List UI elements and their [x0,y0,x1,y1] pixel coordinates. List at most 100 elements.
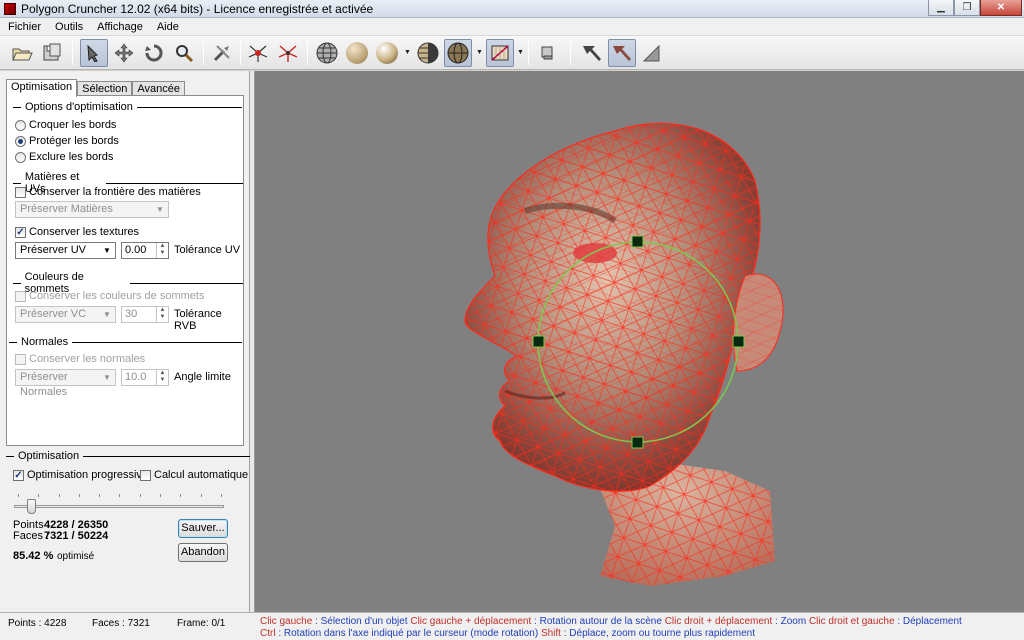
shaded-sphere-icon[interactable] [444,39,472,67]
gizmo-handle-bottom[interactable] [631,436,644,449]
rotate-icon[interactable] [140,39,168,67]
help1-desc-1: : Rotation autour de la scène [531,616,665,627]
material-icon[interactable] [533,39,561,67]
half-sphere-icon[interactable] [414,39,442,67]
optimisation-section-title: Optimisation [6,450,254,462]
minimize-button[interactable]: ▁ [928,0,954,16]
menu-bar: Fichier Outils Affichage Aide [0,18,1024,36]
status-help-line-2: Ctrl : Rotation dans l'axe indiqué par l… [260,628,755,639]
radio-exclure[interactable]: Exclure les bords [15,150,113,164]
normals-select[interactable]: Préserver Normales ▼ [15,369,116,398]
angle-limit-label: Angle limite [174,371,231,383]
faces-value: 7321 / 50224 [44,530,109,542]
materials-select[interactable]: Préserver Matières ▼ [15,201,169,218]
zoom-icon[interactable] [170,39,198,67]
help1-key-2: Clic droit + déplacement [664,616,773,627]
close-button[interactable]: ✕ [980,0,1022,16]
move-icon[interactable] [110,39,138,67]
check-optimisation-progressive[interactable]: ✓ Optimisation progressive [13,468,148,482]
checkbox-icon [15,290,26,302]
chevron-down-icon: ▼ [103,246,111,255]
spinner-icon[interactable]: ▲ ▼ [156,307,168,322]
percent-label: optimisé [57,551,95,562]
smooth-sphere-icon[interactable] [373,39,401,67]
check-frontiere-matieres[interactable]: Conserver la frontière des matières [15,185,201,199]
uv-tolerance-input[interactable]: 0.00 ▲ ▼ [121,242,169,259]
app-icon [4,2,16,15]
select-icon[interactable] [80,39,108,67]
optimisation-slider-track[interactable] [14,505,224,508]
abort-button[interactable]: Abandon [178,543,228,562]
help1-desc-0: : Sélection d'un objet [312,616,411,627]
tools-icon[interactable] [208,39,236,67]
checkbox-icon [15,353,26,365]
wireframe-sphere-icon[interactable] [313,39,341,67]
status-bar: Points : 4228 Faces : 7321 Frame: 0/1 Cl… [0,612,1024,640]
tab-optimisation[interactable]: Optimisation [6,79,78,97]
help1-desc-3: : Déplacement [894,616,962,627]
save-button[interactable]: Sauver... [178,519,228,538]
vc-select[interactable]: Préserver VC ▼ [15,306,116,323]
optimisation-slider-thumb[interactable] [26,499,36,514]
gizmo-handle-top[interactable] [631,235,644,248]
radio-croquer[interactable]: Croquer les bords [15,118,116,132]
menu-aide[interactable]: Aide [157,21,179,33]
uv-tolerance-label: Tolérance UV [174,244,241,256]
save-icon[interactable] [38,39,66,67]
chevron-down-icon: ▼ [103,310,111,319]
gizmo-handle-left[interactable] [532,335,545,348]
status-points: Points : 4228 [8,618,67,629]
3d-viewport[interactable] [255,71,1024,612]
chevron-down-icon[interactable]: ▼ [476,49,483,56]
slider-ticks [18,494,222,497]
help1-key-1: Clic gauche + déplacement [410,616,532,627]
toolbar: ▼ ▼ ▼ [0,36,1024,70]
maximize-button[interactable]: ❐ [954,0,980,16]
edge-view-icon[interactable] [274,39,302,67]
flat-sphere-icon[interactable] [343,39,371,67]
chevron-down-icon: ▼ [103,373,111,382]
status-faces: Faces : 7321 [92,618,150,629]
checkbox-checked-icon: ✓ [15,226,26,238]
angle-limit-input[interactable]: 10.0 ▲ ▼ [121,369,169,386]
chevron-down-icon[interactable]: ▼ [404,49,411,56]
optimisation-tab-pane: Options d'optimisation Croquer les bords… [6,95,244,446]
help2-desc-0: : Rotation dans l'axe indiqué par le cur… [275,628,541,639]
checkbox-checked-icon: ✓ [13,469,24,481]
help2-key-1: Shift [540,628,561,639]
vertex-view-icon[interactable] [244,39,272,67]
spinner-icon[interactable]: ▲ ▼ [156,243,168,258]
check-normals[interactable]: Conserver les normales [15,352,145,366]
help2-key-0: Ctrl [260,628,276,639]
rgb-tolerance-label: Tolérance RVB [174,308,222,332]
check-vertex-colors[interactable]: Conserver les couleurs de sommets [15,289,204,303]
status-help-line-1: Clic gauche : Sélection d'un objet Clic … [260,616,962,627]
open-icon[interactable] [8,39,36,67]
check-textures[interactable]: ✓ Conserver les textures [15,225,139,239]
head-model-render[interactable] [255,71,1024,612]
radio-selected-icon [15,135,26,147]
help1-key-0: Clic gauche [260,616,313,627]
checkbox-icon [15,186,26,198]
check-calcul-automatique[interactable]: Calcul automatique [140,468,248,482]
menu-fichier[interactable]: Fichier [8,21,41,33]
title-bar: Polygon Cruncher 12.02 (x64 bits) - Lice… [0,0,1024,18]
texture-icon[interactable] [486,39,514,67]
checkbox-icon [140,469,151,481]
arrow-view-3-icon[interactable] [638,39,666,67]
radio-proteger[interactable]: Protéger les bords [15,134,119,148]
window-title: Polygon Cruncher 12.02 (x64 bits) - Lice… [21,1,374,16]
rgb-tolerance-input[interactable]: 30 ▲ ▼ [121,306,169,323]
arrow-view-1-icon[interactable] [578,39,606,67]
arrow-view-2-icon[interactable] [608,39,636,67]
help2-desc-1: : Déplace, zoom ou tourne plus rapidemen… [560,628,755,639]
chevron-down-icon[interactable]: ▼ [517,49,524,56]
spinner-icon[interactable]: ▲ ▼ [156,370,168,385]
gizmo-handle-right[interactable] [732,335,745,348]
uv-select[interactable]: Préserver UV ▼ [15,242,116,259]
left-panel: Optimisation Sélection Avancée Options d… [0,71,254,612]
group-options-title: Options d'optimisation [13,101,242,113]
menu-outils[interactable]: Outils [55,21,83,33]
help1-desc-2: : Zoom [772,616,809,627]
menu-affichage[interactable]: Affichage [97,21,143,33]
